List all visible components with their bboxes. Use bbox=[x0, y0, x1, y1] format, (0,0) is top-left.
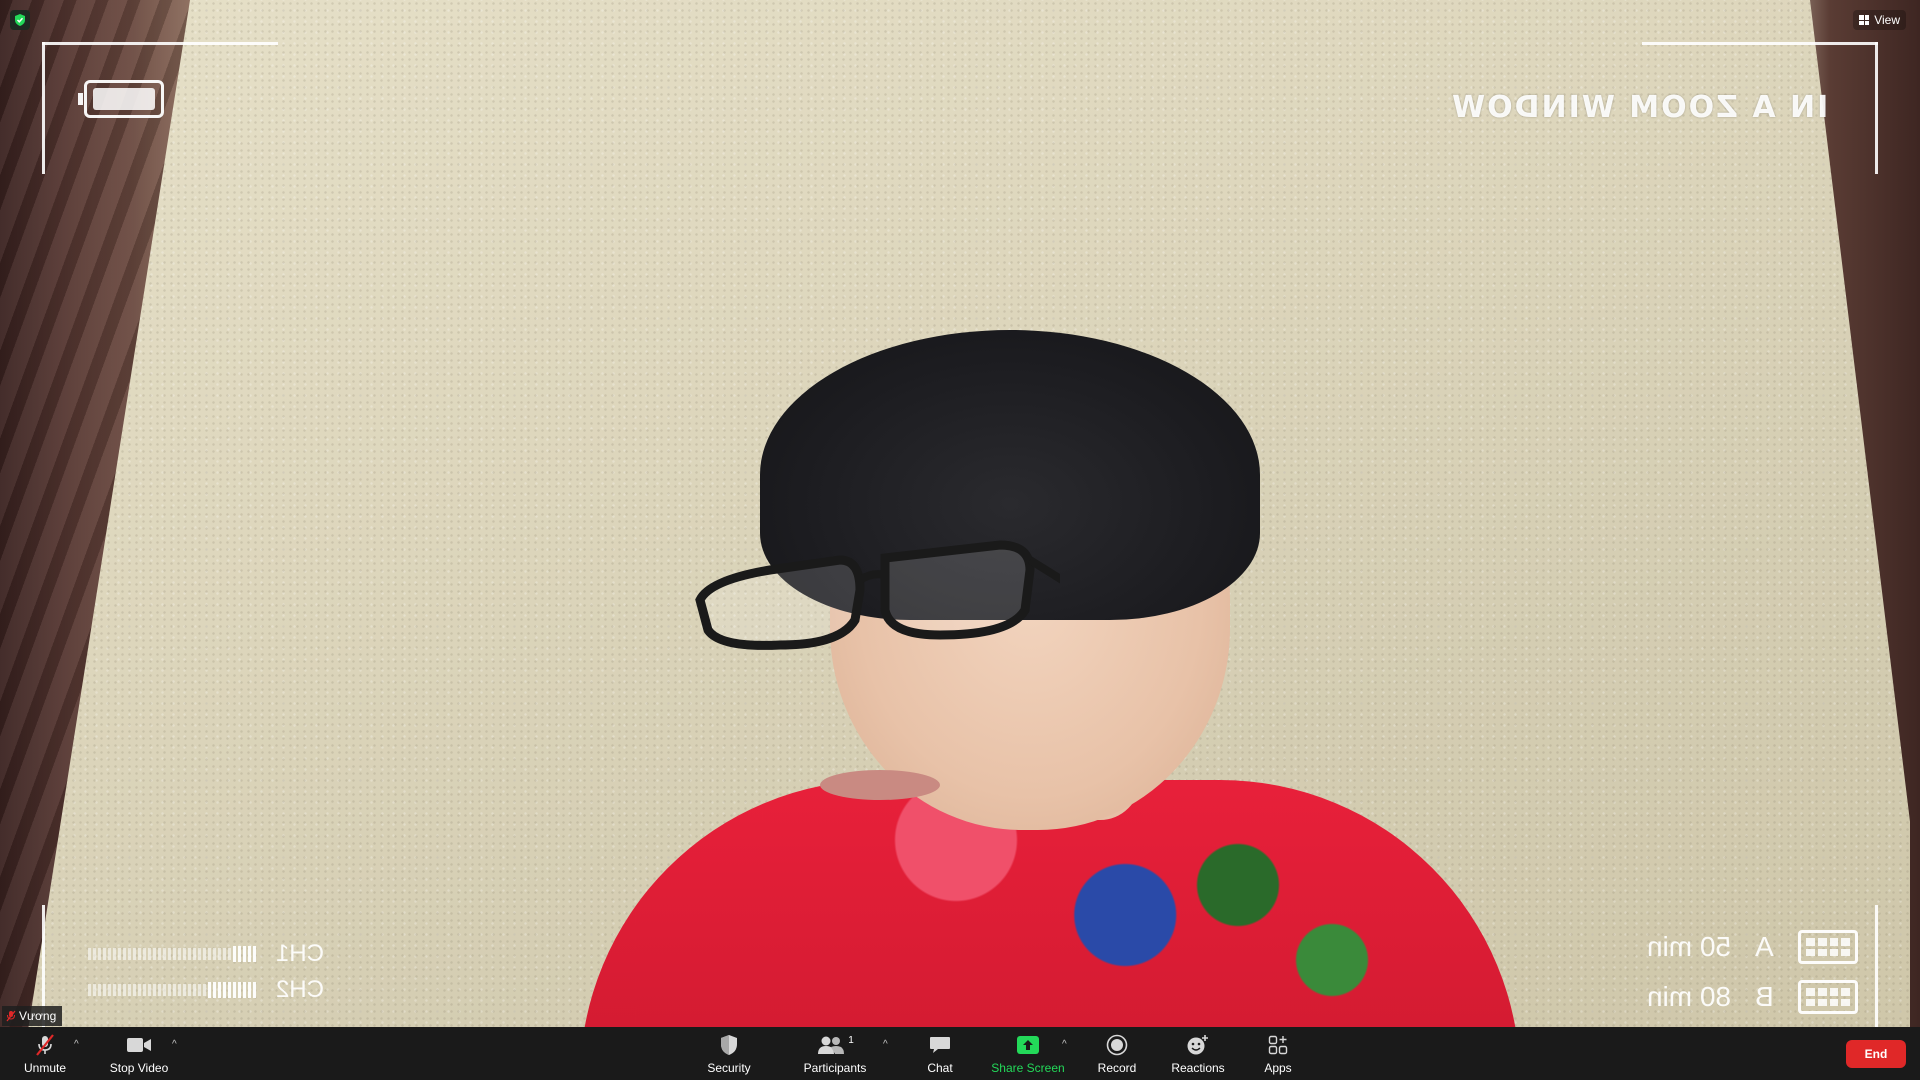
audio-meter-ch1: CH1 bbox=[88, 940, 324, 968]
unmute-button[interactable]: Unmute bbox=[20, 1027, 70, 1080]
mic-muted-icon bbox=[31, 1032, 59, 1058]
security-label: Security bbox=[707, 1061, 751, 1075]
level-meter bbox=[88, 982, 256, 998]
audio-meter-ch2: CH2 bbox=[88, 976, 324, 1004]
tape-icon bbox=[1798, 930, 1858, 964]
reactions-button[interactable]: Reactions bbox=[1170, 1027, 1226, 1080]
record-button[interactable]: Record bbox=[1094, 1027, 1140, 1080]
chat-label: Chat bbox=[927, 1061, 953, 1075]
tape-icon bbox=[1798, 980, 1858, 1014]
frame-corner-top-left-h bbox=[42, 42, 278, 45]
zoom-meeting-window: IN A ZOOM WINDOW CH1 CH2 50 min A 80 min… bbox=[0, 0, 1920, 1080]
participant-figure bbox=[560, 330, 1540, 1027]
audio-options-caret[interactable]: ^ bbox=[74, 1039, 79, 1050]
meeting-toolbar: Unmute ^ Stop Video ^ Security 1 Partici… bbox=[0, 1027, 1920, 1080]
participants-options-caret[interactable]: ^ bbox=[883, 1039, 888, 1050]
participant-name-tag: Vương bbox=[2, 1006, 63, 1026]
record-icon bbox=[1103, 1032, 1131, 1058]
people-icon: 1 bbox=[815, 1032, 855, 1058]
channel-label: CH1 bbox=[276, 940, 325, 967]
reactions-label: Reactions bbox=[1171, 1061, 1225, 1075]
shield-check-icon bbox=[15, 14, 25, 26]
participant-name: Vương bbox=[19, 1009, 57, 1023]
apps-label: Apps bbox=[1264, 1061, 1292, 1075]
media-slot-b: 80 min B bbox=[1647, 980, 1858, 1014]
stop-video-button[interactable]: Stop Video bbox=[104, 1027, 174, 1080]
self-video-feed: IN A ZOOM WINDOW CH1 CH2 50 min A 80 min… bbox=[0, 0, 1920, 1027]
smiley-plus-icon bbox=[1184, 1032, 1212, 1058]
apps-button[interactable]: Apps bbox=[1258, 1027, 1298, 1080]
end-meeting-button[interactable]: End bbox=[1846, 1040, 1906, 1068]
frame-corner-top-left-v bbox=[42, 42, 45, 174]
battery-icon bbox=[78, 80, 164, 118]
view-button[interactable]: View bbox=[1853, 10, 1906, 30]
video-options-caret[interactable]: ^ bbox=[172, 1039, 177, 1050]
media-letter: A bbox=[1755, 931, 1774, 962]
media-time: 50 min bbox=[1647, 931, 1732, 962]
level-meter bbox=[88, 946, 256, 962]
security-button[interactable]: Security bbox=[702, 1027, 756, 1080]
unmute-label: Unmute bbox=[23, 1061, 67, 1075]
channel-label: CH2 bbox=[276, 976, 325, 1003]
overlay-title: IN A ZOOM WINDOW bbox=[1449, 90, 1828, 125]
participant-count: 1 bbox=[848, 1034, 854, 1046]
frame-corner-bottom-right-v bbox=[1875, 905, 1878, 1027]
mouth bbox=[820, 770, 940, 800]
share-screen-button[interactable]: Share Screen bbox=[990, 1027, 1066, 1080]
frame-corner-top-right-v bbox=[1875, 42, 1878, 174]
chat-bubble-icon bbox=[926, 1032, 954, 1058]
meeting-security-badge[interactable] bbox=[10, 10, 30, 30]
video-camera-icon bbox=[125, 1032, 153, 1058]
grid-icon bbox=[1859, 15, 1870, 25]
share-screen-label: Share Screen bbox=[991, 1061, 1065, 1075]
shield-icon bbox=[715, 1032, 743, 1058]
share-options-caret[interactable]: ^ bbox=[1062, 1039, 1067, 1050]
media-letter: B bbox=[1755, 981, 1774, 1012]
participants-button[interactable]: 1 Participants bbox=[800, 1027, 870, 1080]
media-slot-a: 50 min A bbox=[1647, 930, 1858, 964]
glasses bbox=[695, 540, 1060, 650]
stop-video-label: Stop Video bbox=[109, 1061, 169, 1075]
mic-muted-icon bbox=[6, 1010, 16, 1022]
participants-label: Participants bbox=[803, 1061, 867, 1075]
frame-corner-top-right-h bbox=[1642, 42, 1878, 45]
media-time: 80 min bbox=[1647, 981, 1732, 1012]
record-label: Record bbox=[1097, 1061, 1137, 1075]
view-label: View bbox=[1874, 13, 1900, 27]
share-screen-icon bbox=[1014, 1032, 1042, 1058]
apps-icon bbox=[1264, 1032, 1292, 1058]
chat-button[interactable]: Chat bbox=[920, 1027, 960, 1080]
